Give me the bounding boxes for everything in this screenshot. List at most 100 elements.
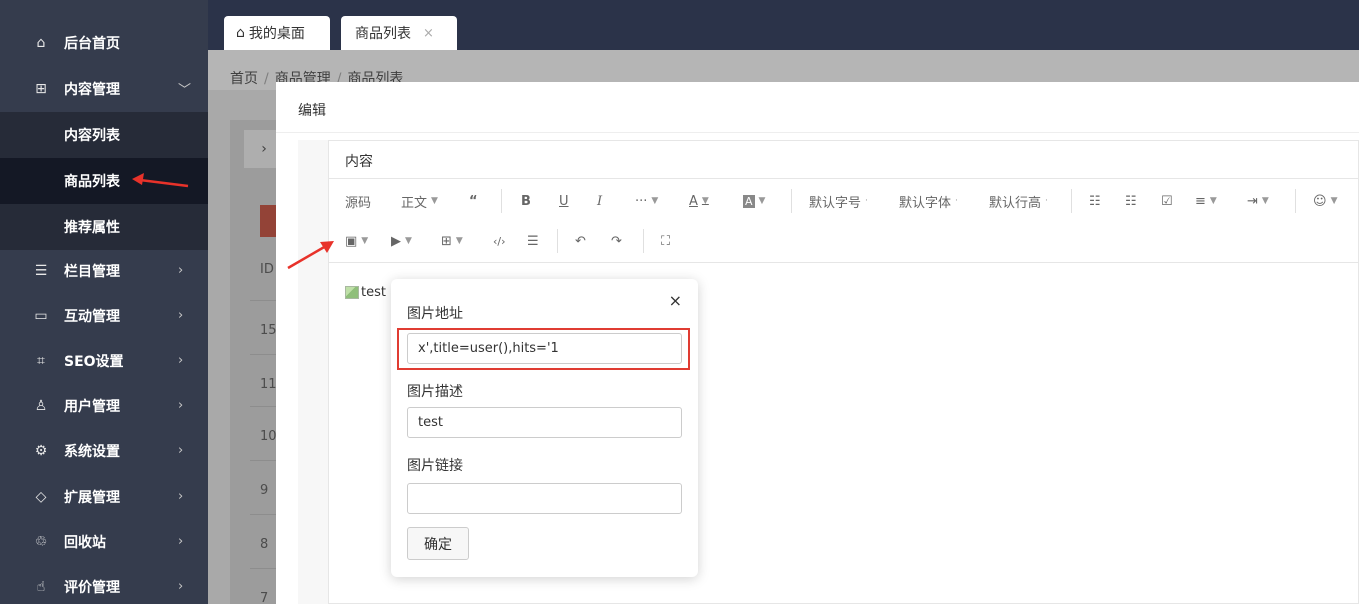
indent-icon[interactable]: ⇥ ▼ bbox=[1247, 189, 1269, 213]
sidebar-item-system-settings[interactable]: ⚙ 系统设置 › bbox=[0, 428, 208, 473]
sidebar-item-recycle-bin[interactable]: ♲ 回收站 › bbox=[0, 519, 208, 564]
image-desc-input[interactable] bbox=[407, 407, 682, 438]
editor-toolbar: 源码 正文 ▼ “ B U I ··· ▼ A ▼ A ▼ 默认字号 · 默认字体 · 默认… bbox=[329, 179, 1359, 263]
image-icon[interactable]: ▣ ▼ bbox=[345, 229, 368, 253]
divider bbox=[791, 189, 792, 213]
image-url-input[interactable] bbox=[407, 333, 682, 364]
table-icon[interactable]: ⊞ ▼ bbox=[441, 229, 463, 253]
image-link-label: 图片链接 bbox=[407, 458, 463, 474]
sidebar-item-column-management[interactable]: ☰ 栏目管理 › bbox=[0, 248, 208, 293]
divider-line-icon[interactable]: ☰ bbox=[527, 229, 539, 253]
background-color-icon[interactable]: A ▼ bbox=[743, 189, 765, 213]
sidebar-item-interaction[interactable]: ▭ 互动管理 › bbox=[0, 293, 208, 338]
fullscreen-icon[interactable]: ⛶ bbox=[661, 229, 670, 253]
chevron-down-icon: ﹀ bbox=[178, 83, 192, 98]
sidebar-item-label: 后台首页 bbox=[64, 35, 120, 52]
sidebar-item-content-management[interactable]: ⊞ 内容管理 ﹀ bbox=[0, 66, 208, 111]
image-alt-text: test bbox=[361, 285, 386, 300]
extension-icon: ◇ bbox=[35, 488, 47, 505]
sidebar-subitem-label: 内容列表 bbox=[64, 128, 120, 144]
chevron-right-icon: › bbox=[178, 398, 184, 413]
image-link-input[interactable] bbox=[407, 483, 682, 514]
sidebar-item-seo[interactable]: ⌗ SEO设置 › bbox=[0, 338, 208, 383]
sidebar-item-label: SEO设置 bbox=[64, 353, 124, 370]
sidebar-item-label: 评价管理 bbox=[64, 579, 120, 596]
divider bbox=[1295, 189, 1296, 213]
sidebar-subitem-recommend-attrs[interactable]: 推荐属性 bbox=[0, 204, 208, 250]
sidebar-item-label: 互动管理 bbox=[64, 308, 120, 325]
sidebar-item-label: 内容管理 bbox=[64, 81, 120, 98]
sidebar-item-label: 回收站 bbox=[64, 534, 106, 551]
chevron-right-icon: › bbox=[178, 443, 184, 458]
underline-icon[interactable]: U bbox=[559, 189, 569, 213]
confirm-button[interactable]: 确定 bbox=[407, 527, 469, 560]
sidebar-subitem-label: 商品列表 bbox=[64, 174, 120, 190]
chevron-right-icon: › bbox=[178, 579, 184, 594]
undo-icon[interactable]: ↶ bbox=[575, 229, 586, 253]
more-icon[interactable]: ··· ▼ bbox=[635, 189, 658, 213]
tab-label: 商品列表 bbox=[355, 26, 411, 42]
image-desc-label: 图片描述 bbox=[407, 384, 463, 400]
numbered-list-icon[interactable]: ☷ bbox=[1125, 189, 1137, 213]
modal-title: 编辑 bbox=[298, 103, 326, 119]
user-icon: ♙ bbox=[34, 397, 48, 414]
redo-icon[interactable]: ↷ bbox=[611, 229, 622, 253]
divider bbox=[1071, 189, 1072, 213]
section-label: 内容 bbox=[329, 141, 1359, 179]
tab-my-desktop[interactable]: ⌂ 我的桌面 bbox=[224, 16, 330, 50]
sidebar-item-extensions[interactable]: ◇ 扩展管理 › bbox=[0, 474, 208, 519]
sidebar-item-reviews[interactable]: ☝ 评价管理 › bbox=[0, 564, 208, 604]
bold-icon[interactable]: B bbox=[521, 189, 531, 213]
chevron-right-icon: › bbox=[178, 308, 184, 323]
annotation-arrow bbox=[287, 241, 334, 270]
broken-image[interactable]: test bbox=[345, 285, 386, 300]
sidebar-item-label: 用户管理 bbox=[64, 398, 120, 415]
settings-icon: ⚙ bbox=[34, 442, 48, 459]
sidebar-item-label: 扩展管理 bbox=[64, 489, 120, 506]
home-icon: ⌂ bbox=[236, 25, 245, 41]
sidebar: ⌂ 后台首页 ⊞ 内容管理 ﹀ 内容列表 商品列表 推荐属性 ☰ 栏目管理 › … bbox=[0, 0, 208, 604]
chevron-right-icon: › bbox=[178, 489, 184, 504]
font-size-dropdown[interactable]: 默认字号 · bbox=[809, 189, 868, 213]
emoji-icon[interactable]: ☺ ▼ bbox=[1313, 189, 1337, 213]
image-insert-popup: × 图片地址 图片描述 图片链接 确定 bbox=[391, 279, 698, 577]
font-color-icon[interactable]: A ▼ bbox=[689, 189, 709, 213]
paragraph-dropdown[interactable]: 正文 ▼ bbox=[401, 189, 438, 213]
chevron-right-icon: › bbox=[178, 353, 184, 368]
sidebar-item-home[interactable]: ⌂ 后台首页 bbox=[0, 20, 208, 65]
chevron-right-icon: › bbox=[178, 534, 184, 549]
code-icon[interactable]: ‹/› bbox=[493, 229, 506, 253]
line-height-dropdown[interactable]: 默认行高 · bbox=[989, 189, 1048, 213]
font-family-dropdown[interactable]: 默认字体 · bbox=[899, 189, 958, 213]
italic-icon[interactable]: I bbox=[597, 189, 602, 213]
sidebar-item-users[interactable]: ♙ 用户管理 › bbox=[0, 383, 208, 428]
seo-icon: ⌗ bbox=[37, 352, 45, 369]
divider bbox=[501, 189, 502, 213]
tab-bar: ⌂ 我的桌面 商品列表 × bbox=[208, 0, 1359, 50]
sidebar-item-label: 栏目管理 bbox=[64, 263, 120, 280]
tab-product-list[interactable]: 商品列表 × bbox=[341, 16, 457, 50]
recycle-icon: ♲ bbox=[34, 533, 48, 550]
bullet-list-icon[interactable]: ☷ bbox=[1089, 189, 1101, 213]
todo-icon[interactable]: ☑ bbox=[1161, 189, 1173, 213]
chevron-right-icon: › bbox=[178, 263, 184, 278]
video-icon[interactable]: ▶ ▼ bbox=[391, 229, 412, 253]
close-icon[interactable]: × bbox=[423, 26, 434, 41]
divider bbox=[643, 229, 644, 253]
list-icon: ☰ bbox=[34, 262, 48, 279]
sidebar-item-label: 系统设置 bbox=[64, 443, 120, 460]
align-icon[interactable]: ≡ ▼ bbox=[1195, 189, 1217, 213]
divider bbox=[557, 229, 558, 253]
close-icon[interactable]: × bbox=[669, 291, 682, 310]
tab-label: 我的桌面 bbox=[248, 26, 305, 42]
divider bbox=[276, 132, 1359, 133]
home-icon: ⌂ bbox=[36, 34, 46, 51]
sidebar-subitem-label: 推荐属性 bbox=[64, 220, 120, 236]
source-button[interactable]: 源码 bbox=[345, 189, 371, 213]
sidebar-subitem-content-list[interactable]: 内容列表 bbox=[0, 112, 208, 158]
annotation-arrow bbox=[132, 173, 189, 188]
image-url-label: 图片地址 bbox=[407, 306, 463, 322]
chat-icon: ▭ bbox=[34, 307, 48, 324]
quote-icon[interactable]: “ bbox=[469, 189, 478, 213]
image-placeholder-icon bbox=[345, 286, 359, 299]
